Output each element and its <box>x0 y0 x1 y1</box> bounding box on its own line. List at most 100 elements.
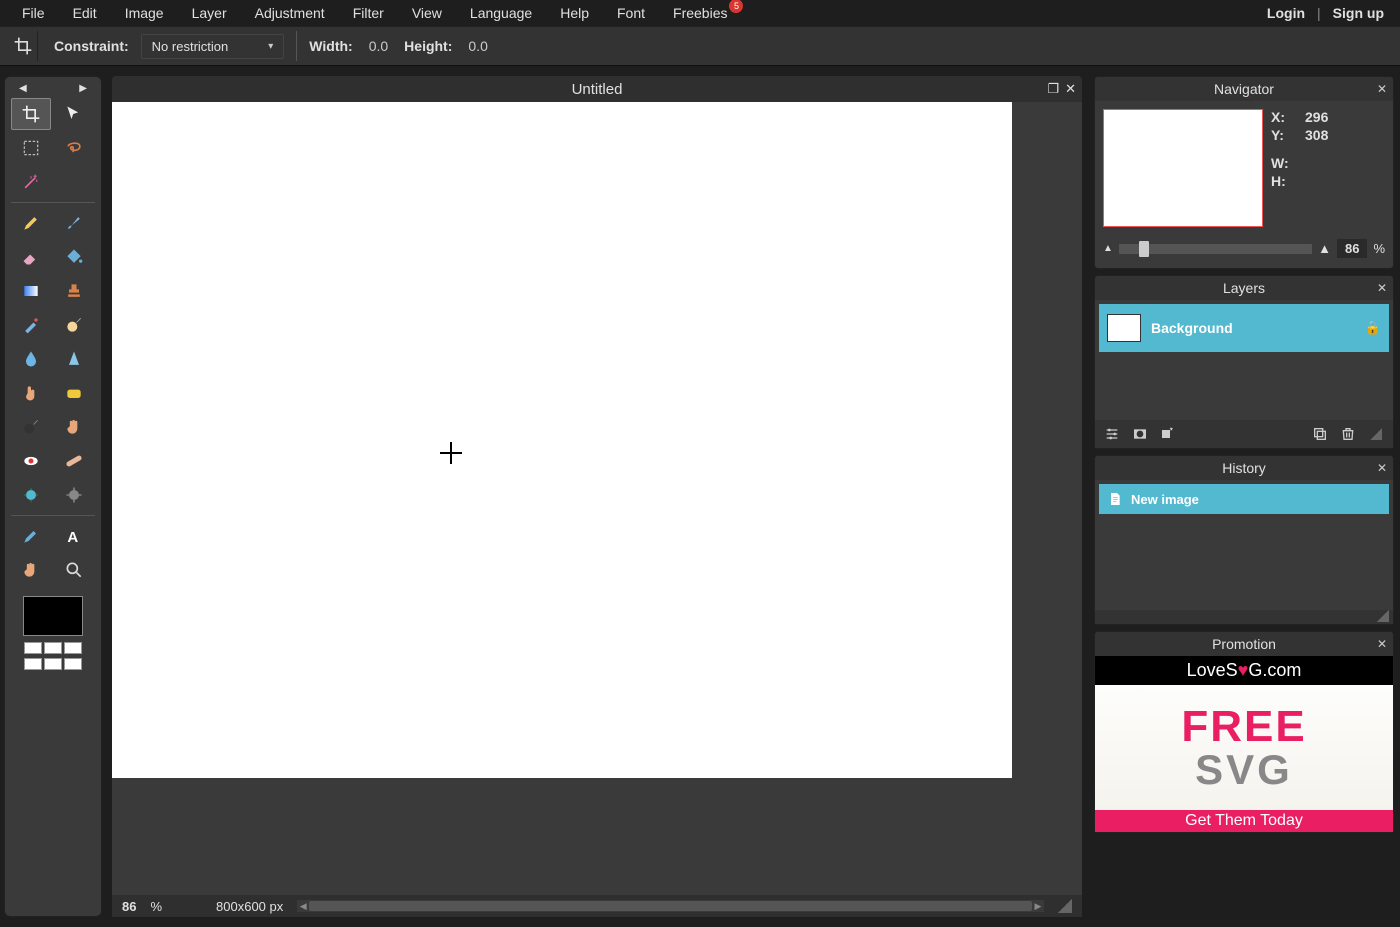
type-tool[interactable]: A <box>54 520 94 552</box>
menu-help[interactable]: Help <box>546 1 603 25</box>
hand-tool[interactable] <box>11 554 51 586</box>
history-resize-handle[interactable] <box>1095 610 1393 624</box>
layer-settings-icon[interactable] <box>1101 424 1123 444</box>
toolbox-prev[interactable]: ◀ <box>19 83 27 94</box>
gradient-tool[interactable] <box>11 275 51 307</box>
menu-language[interactable]: Language <box>456 1 546 25</box>
swatch[interactable] <box>24 642 42 654</box>
promo-headline: FREE SVG <box>1095 685 1393 810</box>
layer-duplicate-icon[interactable] <box>1309 424 1331 444</box>
lock-icon[interactable]: 🔒 <box>1365 320 1381 336</box>
promotion-close-icon[interactable]: ✕ <box>1377 637 1387 651</box>
gradient-icon <box>21 281 41 301</box>
bucket-tool[interactable] <box>54 241 94 273</box>
liquify-tool[interactable] <box>54 479 94 511</box>
promotion-ad[interactable]: LoveS♥G.com FREE SVG Get Them Today <box>1095 656 1393 832</box>
swatch[interactable] <box>64 658 82 670</box>
login-link[interactable]: Login <box>1259 1 1313 25</box>
crop-icon <box>21 104 41 124</box>
window-resize-handle[interactable] <box>1058 899 1072 913</box>
heal-tool[interactable] <box>54 445 94 477</box>
layer-resize-handle[interactable] <box>1365 424 1387 444</box>
canvas-titlebar[interactable]: Untitled ❐ ✕ <box>112 76 1082 102</box>
burn-tool[interactable] <box>11 411 51 443</box>
zoom-out-icon[interactable]: ▲ <box>1103 243 1113 254</box>
marquee-tool[interactable] <box>11 132 51 164</box>
swatch-row-1 <box>9 642 97 654</box>
menu-filter[interactable]: Filter <box>339 1 398 25</box>
history-item-label: New image <box>1131 492 1199 507</box>
pinch-tool[interactable] <box>54 411 94 443</box>
navigator-zoom-value[interactable]: 86 <box>1337 239 1367 258</box>
menu-layer[interactable]: Layer <box>178 1 241 25</box>
heart-icon: ♥ <box>1238 660 1249 680</box>
history-close-icon[interactable]: ✕ <box>1377 461 1387 475</box>
swatch[interactable] <box>44 658 62 670</box>
colorreplace-tool[interactable] <box>11 309 51 341</box>
nav-w-label: W: <box>1271 155 1295 171</box>
bloat-tool[interactable] <box>11 479 51 511</box>
height-input[interactable]: 0.0 <box>464 36 491 56</box>
navigator-close-icon[interactable]: ✕ <box>1377 82 1387 96</box>
width-input[interactable]: 0.0 <box>365 36 392 56</box>
signup-link[interactable]: Sign up <box>1325 1 1392 25</box>
layers-close-icon[interactable]: ✕ <box>1377 281 1387 295</box>
constraint-select[interactable]: No restriction <box>141 34 285 59</box>
layer-style-icon[interactable] <box>1157 424 1179 444</box>
canvas[interactable] <box>112 102 1012 778</box>
navigator-thumbnail[interactable] <box>1103 109 1263 227</box>
window-maximize-icon[interactable]: ❐ <box>1047 81 1059 97</box>
lasso-tool[interactable] <box>54 132 94 164</box>
layer-mask-icon[interactable] <box>1129 424 1151 444</box>
zoom-tool[interactable] <box>54 554 94 586</box>
tool-grid: A <box>9 96 97 588</box>
dodge-tool[interactable] <box>54 309 94 341</box>
stamp-tool[interactable] <box>54 275 94 307</box>
menu-adjustment[interactable]: Adjustment <box>241 1 339 25</box>
menu-file[interactable]: File <box>8 1 59 25</box>
nav-y-value: 308 <box>1305 127 1328 143</box>
swatch[interactable] <box>24 658 42 670</box>
height-label: Height: <box>404 38 452 54</box>
menu-freebies-label: Freebies <box>673 5 727 21</box>
brush-tool[interactable] <box>54 207 94 239</box>
move-tool[interactable] <box>54 98 94 130</box>
history-item[interactable]: New image <box>1099 484 1389 514</box>
crop-tool[interactable] <box>11 98 51 130</box>
constraint-value: No restriction <box>152 39 229 54</box>
sponge-tool[interactable] <box>54 377 94 409</box>
horizontal-scrollbar[interactable]: ◀▶ <box>297 900 1044 912</box>
bloat-icon <box>21 485 41 505</box>
menu-view[interactable]: View <box>398 1 456 25</box>
menu-edit[interactable]: Edit <box>59 1 111 25</box>
foreground-color-swatch[interactable] <box>23 596 83 636</box>
eraser-tool[interactable] <box>11 241 51 273</box>
zoom-in-icon[interactable]: ▲ <box>1318 241 1331 256</box>
smudge-tool[interactable] <box>11 377 51 409</box>
history-list: New image <box>1095 480 1393 610</box>
toolbox: ◀ ▶ <box>4 76 102 917</box>
pencil-tool[interactable] <box>11 207 51 239</box>
menu-font[interactable]: Font <box>603 1 659 25</box>
toolbox-next[interactable]: ▶ <box>79 83 87 94</box>
eyedropper-tool[interactable] <box>11 520 51 552</box>
layer-delete-icon[interactable] <box>1337 424 1359 444</box>
swatch[interactable] <box>64 642 82 654</box>
menu-freebies[interactable]: Freebies 5 <box>659 1 741 25</box>
window-close-icon[interactable]: ✕ <box>1065 81 1076 97</box>
redeye-tool[interactable] <box>11 445 51 477</box>
zoom-slider[interactable] <box>1119 244 1312 254</box>
canvas-viewport[interactable] <box>112 102 1082 895</box>
menu-image[interactable]: Image <box>111 1 178 25</box>
layers-panel: Layers✕ Background 🔒 <box>1094 275 1394 449</box>
nav-y-label: Y: <box>1271 127 1295 143</box>
zoom-level[interactable]: 86 <box>122 899 136 914</box>
layers-footer <box>1095 420 1393 448</box>
layer-row[interactable]: Background 🔒 <box>1099 304 1389 352</box>
dodge-icon <box>64 315 84 335</box>
nav-x-value: 296 <box>1305 109 1328 125</box>
swatch[interactable] <box>44 642 62 654</box>
wand-tool[interactable] <box>11 166 51 198</box>
blur-tool[interactable] <box>11 343 51 375</box>
sharpen-tool[interactable] <box>54 343 94 375</box>
